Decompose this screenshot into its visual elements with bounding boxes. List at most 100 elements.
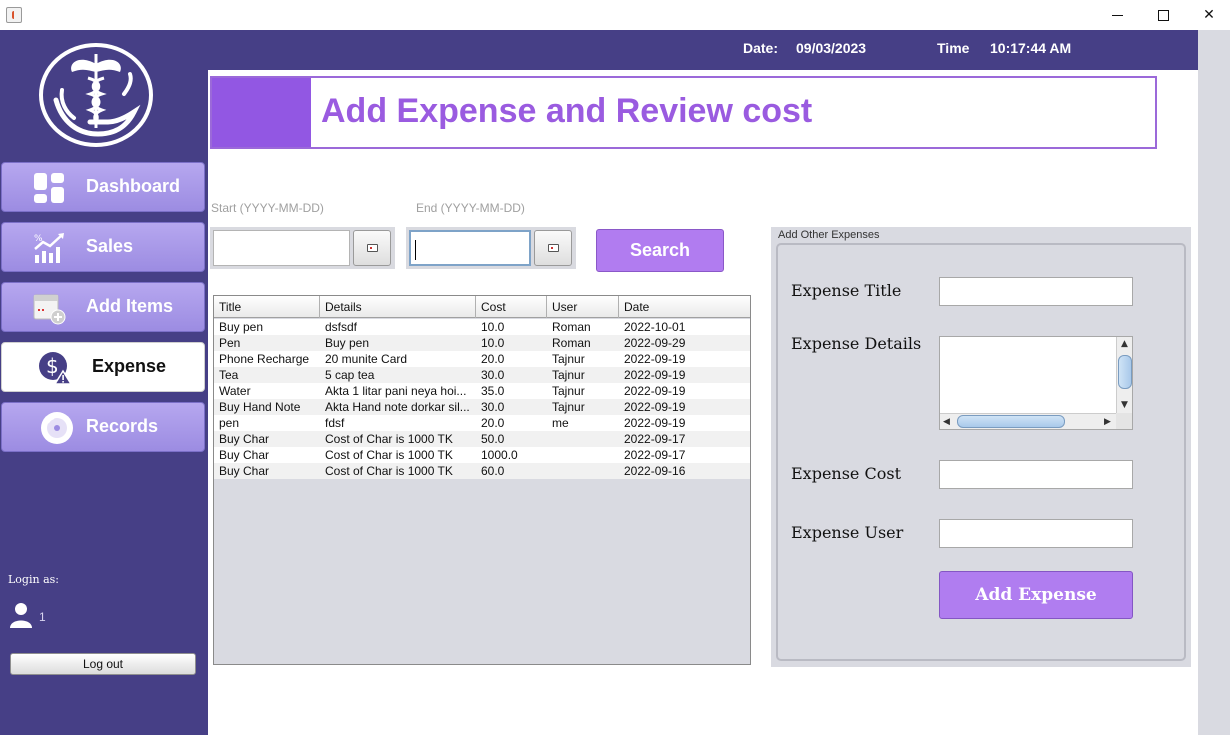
table-body: Buy pen dsfsdf 10.0 Roman 2022-10-01 Pen Buy p… xyxy=(214,319,750,479)
cell-cost: 30.0 xyxy=(481,400,505,414)
cell-date: 2022-09-19 xyxy=(624,368,686,382)
cell-cost: 50.0 xyxy=(481,432,505,446)
add-items-icon xyxy=(33,294,66,325)
cell-user xyxy=(547,463,619,479)
table-row[interactable]: Water Akta 1 litar pani neya hoi... 35.0 Ta… xyxy=(214,383,750,399)
column-header-details[interactable]: Details xyxy=(320,296,476,318)
expense-user-label: Expense User xyxy=(791,523,904,542)
expense-details-textarea[interactable]: ▲ ▼ ◀ ▶ xyxy=(939,336,1133,430)
table-row[interactable]: Buy Char Cost of Char is 1000 TK 50.0 2022-… xyxy=(214,431,750,447)
user-name: 1 xyxy=(39,610,46,624)
search-button[interactable]: Search xyxy=(596,229,724,272)
cell-details: Cost of Char is 1000 TK xyxy=(325,448,453,462)
scroll-right-icon[interactable]: ▶ xyxy=(1104,416,1111,428)
sidebar-item-label: Records xyxy=(86,416,159,436)
vertical-scroll-thumb[interactable] xyxy=(1118,355,1132,389)
date-value: 09/03/2023 xyxy=(796,40,867,56)
cell-user: Tajnur xyxy=(552,384,585,398)
scroll-up-icon[interactable]: ▲ xyxy=(1121,339,1128,349)
cell-user: Tajnur xyxy=(552,352,585,366)
expense-cost-label: Expense Cost xyxy=(791,464,901,483)
sidebar-item-label: Dashboard xyxy=(86,176,181,196)
cell-cost: 10.0 xyxy=(481,320,505,334)
minimize-button[interactable] xyxy=(1094,0,1140,30)
time-label: Time xyxy=(937,40,970,56)
sidebar: Dashboard % Sales Add Items $ Expense Re… xyxy=(0,30,208,735)
cell-date: 2022-09-17 xyxy=(624,432,686,446)
cell-user: Tajnur xyxy=(552,368,585,382)
expense-title-input[interactable] xyxy=(939,277,1133,306)
add-expense-button[interactable]: Add Expense xyxy=(939,571,1133,619)
end-date-hint: End (YYYY-MM-DD) xyxy=(416,201,525,215)
java-app-icon xyxy=(6,7,22,23)
table-header: Title Details Cost User Date xyxy=(214,296,750,318)
column-header-title[interactable]: Title xyxy=(214,296,320,318)
cell-details: Cost of Char is 1000 TK xyxy=(325,464,453,478)
sidebar-item-expense[interactable]: $ Expense xyxy=(1,342,205,392)
vertical-scrollbar[interactable]: ▲ ▼ xyxy=(1116,337,1132,413)
expense-dollar-icon: $ xyxy=(39,352,72,385)
minimize-icon xyxy=(1111,14,1123,16)
date-label: Date: xyxy=(743,40,779,56)
maximize-button[interactable] xyxy=(1140,0,1186,30)
cell-user: Tajnur xyxy=(552,400,585,414)
user-icon xyxy=(10,603,32,628)
header-accent-block xyxy=(212,78,311,147)
page-title: Add Expense and Review cost xyxy=(321,92,813,130)
sidebar-item-label: Expense xyxy=(92,356,167,376)
table-row[interactable]: Pen Buy pen 10.0 Roman 2022-09-29 xyxy=(214,335,750,351)
start-date-picker xyxy=(210,227,395,269)
page-header: Add Expense and Review cost xyxy=(210,76,1157,149)
sidebar-item-sales[interactable]: % Sales xyxy=(1,222,205,272)
cell-cost: 35.0 xyxy=(481,384,505,398)
expense-user-input[interactable] xyxy=(939,519,1133,548)
records-disc-icon xyxy=(41,412,73,444)
cell-cost: 30.0 xyxy=(481,368,505,382)
horizontal-scroll-thumb[interactable] xyxy=(957,415,1065,428)
end-calendar-button[interactable] xyxy=(534,230,572,266)
table-row[interactable]: Buy pen dsfsdf 10.0 Roman 2022-10-01 xyxy=(214,319,750,335)
table-row[interactable]: Phone Recharge 20 munite Card 20.0 Tajnur 20… xyxy=(214,351,750,367)
cell-date: 2022-10-01 xyxy=(624,320,686,334)
cell-cost: 20.0 xyxy=(481,416,505,430)
end-date-input[interactable] xyxy=(409,230,531,266)
topbar: Date: 09/03/2023 Time 10:17:44 AM xyxy=(208,30,1198,70)
start-date-hint: Start (YYYY-MM-DD) xyxy=(211,201,324,215)
cell-title: Buy Char xyxy=(219,464,270,478)
cell-title: Buy Char xyxy=(219,432,270,446)
table-row[interactable]: Tea 5 cap tea 30.0 Tajnur 2022-09-19 xyxy=(214,367,750,383)
table-row[interactable]: pen fdsf 20.0 me 2022-09-19 xyxy=(214,415,750,431)
table-row[interactable]: Buy Char Cost of Char is 1000 TK 1000.0 202… xyxy=(214,447,750,463)
scroll-down-icon[interactable]: ▼ xyxy=(1121,400,1128,410)
column-header-cost[interactable]: Cost xyxy=(476,296,547,318)
time-value: 10:17:44 AM xyxy=(990,40,1072,56)
cell-cost: 10.0 xyxy=(481,336,505,350)
sidebar-item-dashboard[interactable]: Dashboard xyxy=(1,162,205,212)
expense-cost-input[interactable] xyxy=(939,460,1133,489)
start-calendar-button[interactable] xyxy=(353,230,391,266)
logout-button[interactable]: Log out xyxy=(10,653,196,675)
sidebar-item-records[interactable]: Records xyxy=(1,402,205,452)
calendar-icon xyxy=(548,244,559,252)
cell-date: 2022-09-19 xyxy=(624,352,686,366)
cell-date: 2022-09-29 xyxy=(624,336,686,350)
cell-title: Water xyxy=(219,384,251,398)
close-button[interactable]: ✕ xyxy=(1186,0,1230,30)
horizontal-scrollbar[interactable]: ◀ ▶ xyxy=(940,413,1116,429)
scroll-left-icon[interactable]: ◀ xyxy=(943,416,950,428)
table-row[interactable]: Buy Char Cost of Char is 1000 TK 60.0 2022-… xyxy=(214,463,750,479)
start-date-input[interactable] xyxy=(213,230,350,266)
cell-title: Tea xyxy=(219,368,239,382)
cell-date: 2022-09-16 xyxy=(624,464,686,478)
cell-details: Cost of Char is 1000 TK xyxy=(325,432,453,446)
close-icon: ✕ xyxy=(1203,7,1215,23)
cell-date: 2022-09-17 xyxy=(624,448,686,462)
column-header-user[interactable]: User xyxy=(547,296,619,318)
table-row[interactable]: Buy Hand Note Akta Hand note dorkar sil..… xyxy=(214,399,750,415)
column-header-date[interactable]: Date xyxy=(619,296,750,318)
cell-cost: 1000.0 xyxy=(481,448,518,462)
cell-details: 20 munite Card xyxy=(325,352,408,366)
sidebar-item-add-items[interactable]: Add Items xyxy=(1,282,205,332)
sales-chart-icon: % xyxy=(34,233,64,263)
cell-details: Akta Hand note dorkar sil... xyxy=(325,400,470,414)
